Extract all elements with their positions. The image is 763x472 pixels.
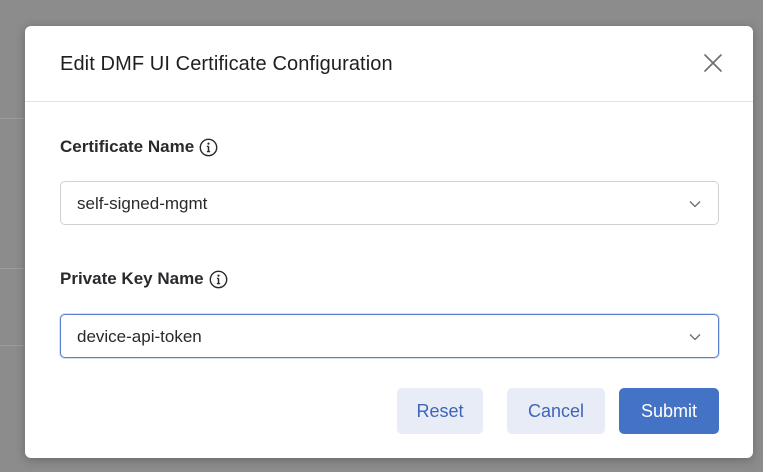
certificate-name-label-text: Certificate Name [60, 137, 195, 156]
background-divider [0, 118, 25, 119]
certificate-name-label: Certificate Name [60, 137, 218, 157]
close-icon [704, 54, 722, 72]
info-icon[interactable] [199, 138, 218, 157]
private-key-name-value: device-api-token [77, 327, 202, 346]
chevron-down-icon [689, 334, 701, 341]
close-button[interactable] [702, 52, 724, 74]
cancel-button[interactable]: Cancel [507, 388, 605, 434]
submit-button[interactable]: Submit [619, 388, 719, 434]
private-key-name-label: Private Key Name [60, 269, 228, 289]
private-key-name-select[interactable]: device-api-token [60, 314, 719, 358]
certificate-name-select[interactable]: self-signed-mgmt [60, 181, 719, 225]
reset-button[interactable]: Reset [397, 388, 483, 434]
edit-certificate-dialog: Edit DMF UI Certificate Configuration Ce… [25, 26, 753, 458]
background-divider [0, 268, 25, 269]
private-key-name-label-text: Private Key Name [60, 269, 204, 288]
certificate-name-value: self-signed-mgmt [77, 194, 208, 213]
chevron-down-icon [689, 201, 701, 208]
dialog-header: Edit DMF UI Certificate Configuration [25, 26, 753, 102]
background-divider [0, 345, 25, 346]
info-icon[interactable] [209, 270, 228, 289]
dialog-title: Edit DMF UI Certificate Configuration [60, 53, 393, 75]
